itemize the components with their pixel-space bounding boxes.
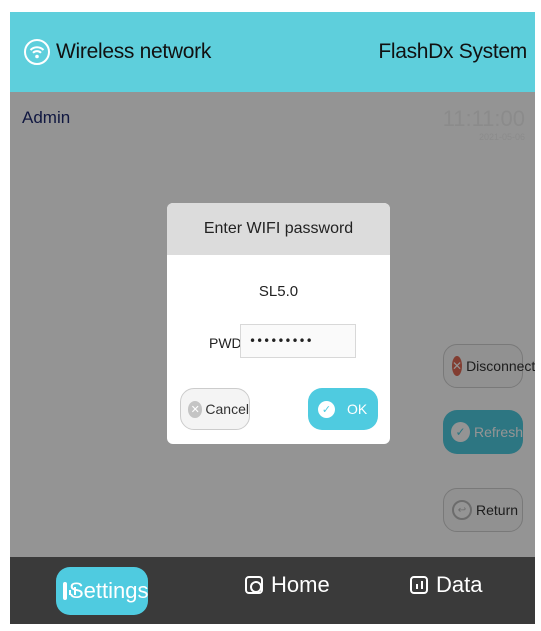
wifi-password-dialog: Enter WIFI password SL5.0 PWD ••••••••• … [167, 203, 390, 444]
password-label: PWD [209, 335, 242, 351]
network-ssid: SL5.0 [258, 283, 299, 300]
nav-data[interactable]: Data [410, 572, 482, 598]
dialog-title: Enter WIFI password [167, 203, 390, 255]
footer-nav: Settings Home Data [10, 557, 535, 624]
nav-home[interactable]: Home [245, 572, 330, 598]
cancel-label: Cancel [205, 401, 249, 417]
nav-settings[interactable]: Settings [56, 567, 149, 615]
app-screen: Wireless network FlashDx System Admin 11… [10, 12, 535, 624]
data-icon [410, 576, 428, 594]
home-icon [245, 576, 263, 594]
cancel-button[interactable]: ✕ Cancel [180, 388, 250, 430]
page-title: Wireless network [56, 40, 212, 63]
password-value: ••••••••• [249, 334, 313, 348]
password-field[interactable]: ••••••••• [240, 324, 356, 358]
header-left: Wireless network [24, 39, 211, 65]
ok-button[interactable]: ✓ OK [308, 388, 378, 430]
check-icon: ✓ [318, 400, 335, 418]
wifi-icon [24, 39, 50, 65]
nav-settings-label: Settings [69, 578, 149, 603]
system-name: FlashDx System [378, 40, 527, 63]
ok-label: OK [347, 401, 368, 417]
nav-home-label: Home [271, 572, 330, 597]
nav-data-label: Data [436, 572, 483, 597]
chart-icon [63, 582, 76, 600]
close-icon: ✕ [188, 400, 203, 418]
header-bar: Wireless network FlashDx System [10, 12, 535, 92]
